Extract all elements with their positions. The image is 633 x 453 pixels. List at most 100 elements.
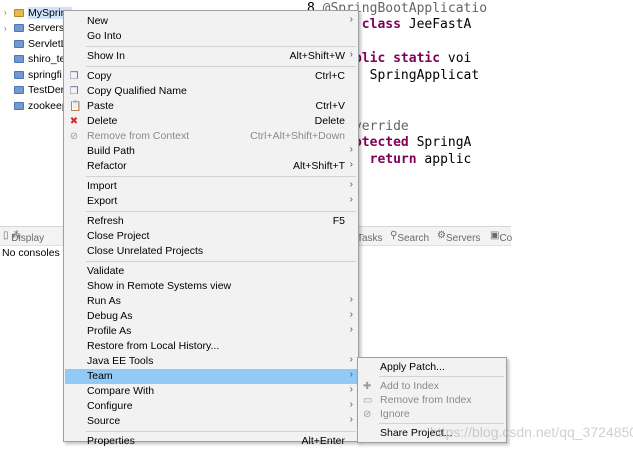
submenu-arrow-icon: › (349, 14, 353, 25)
menu-item-validate[interactable]: Validate (65, 264, 357, 279)
submenu-item-label: Add to Index (380, 380, 439, 392)
folder-icon (14, 86, 24, 94)
menu-item-label: Validate (87, 265, 125, 277)
menu-item-shortcut: Alt+Shift+W (289, 50, 345, 62)
menu-item-label: Paste (87, 100, 114, 112)
submenu-arrow-icon: › (349, 179, 353, 190)
menu-item-refactor[interactable]: Refactor Alt+Shift+T › (65, 159, 357, 174)
menu-item-label: Source (87, 415, 121, 427)
submenu-arrow-icon: › (349, 384, 353, 395)
tab-display[interactable]: ▯ Display ⁂ (3, 230, 44, 244)
menu-item-show-in[interactable]: Show In Alt+Shift+W › (65, 49, 357, 64)
menu-item-label: Build Path (87, 145, 135, 157)
menu-item-java-ee-tools[interactable]: Java EE Tools › (65, 354, 357, 369)
menu-item-close-unrelated-projects[interactable]: Close Unrelated Projects (65, 244, 357, 259)
menu-item-configure[interactable]: Configure › (65, 399, 357, 414)
submenu-item-label: Remove from Index (380, 394, 472, 406)
menu-item-import[interactable]: Import › (65, 179, 357, 194)
menu-item-export[interactable]: Export › (65, 194, 357, 209)
explorer-item[interactable]: shiro_te (4, 52, 65, 67)
submenu-item-label: Ignore (380, 408, 410, 420)
menu-item-close-project[interactable]: Close Project (65, 229, 357, 244)
explorer-item[interactable]: ServletL (4, 36, 67, 51)
menu-item-remove-from-context[interactable]: ⊘ Remove from Context Ctrl+Alt+Shift+Down (65, 129, 357, 144)
menu-item-label: Import (87, 180, 117, 192)
tab-servers[interactable]: ⚙ Servers (437, 230, 480, 244)
tab-console[interactable]: ▣ Co (490, 230, 512, 244)
menu-item-label: Refactor (87, 160, 127, 172)
menu-item-restore-from-local-history[interactable]: Restore from Local History... (65, 339, 357, 354)
submenu-arrow-icon: › (349, 49, 353, 60)
menu-item-build-path[interactable]: Build Path › (65, 144, 357, 159)
console-message: No consoles t (2, 247, 66, 259)
submenu-arrow-icon: › (349, 144, 353, 155)
code-text: JeeFastA (408, 17, 472, 32)
menu-item-source[interactable]: Source › (65, 414, 357, 429)
menu-item-team[interactable]: Team › (65, 369, 357, 384)
menu-item-shortcut: Ctrl+Alt+Shift+Down (250, 130, 345, 142)
menu-item-label: Close Project (87, 230, 150, 242)
submenu-arrow-icon: › (349, 194, 353, 205)
explorer-item-label: Servers (28, 22, 65, 34)
menu-item-debug-as[interactable]: Debug As › (65, 309, 357, 324)
submenu-item-apply-patch[interactable]: Apply Patch... (359, 360, 505, 375)
explorer-item[interactable]: springfi (4, 67, 62, 82)
folder-icon (14, 55, 24, 63)
menu-item-compare-with[interactable]: Compare With › (65, 384, 357, 399)
menu-item-copy[interactable]: ❐ Copy Ctrl+C (65, 69, 357, 84)
menu-item-show-in-remote-systems-view[interactable]: Show in Remote Systems view (65, 279, 357, 294)
twisty-icon[interactable]: › (4, 24, 14, 33)
submenu-item-ignore[interactable]: ⊘ Ignore (359, 407, 505, 422)
explorer-item[interactable]: zookeep (4, 98, 68, 113)
menu-separator (86, 431, 356, 432)
menu-separator (86, 261, 356, 262)
twisty-icon[interactable]: › (4, 8, 14, 17)
menu-item-label: Close Unrelated Projects (87, 245, 204, 257)
menu-separator (379, 376, 504, 377)
copy-icon: ❐ (69, 71, 79, 82)
menu-item-new[interactable]: New › (65, 14, 357, 29)
remove-context-icon: ⊘ (69, 131, 79, 142)
menu-item-go-into[interactable]: Go Into (65, 29, 357, 44)
menu-item-label: Team (87, 370, 113, 382)
submenu-arrow-icon: › (349, 354, 353, 365)
menu-item-shortcut: F5 (332, 215, 345, 227)
explorer-item[interactable]: › Servers (4, 21, 64, 36)
menu-item-label: Copy Qualified Name (87, 85, 187, 97)
menu-item-shortcut: Alt+Enter (301, 435, 345, 447)
folder-icon (14, 24, 24, 32)
menu-item-label: Restore from Local History... (87, 340, 220, 352)
menu-item-label: Delete (87, 115, 118, 127)
explorer-item-label: ServletL (28, 37, 67, 50)
menu-item-label: Profile As (87, 325, 132, 337)
menu-item-copy-qualified-name[interactable]: ❐ Copy Qualified Name (65, 84, 357, 99)
submenu-item-remove-from-index[interactable]: ▭ Remove from Index (359, 393, 505, 408)
project-icon (14, 8, 24, 17)
tab-search[interactable]: ⚲ Search (390, 230, 429, 244)
add-index-icon: ✚ (363, 381, 372, 392)
menu-item-properties[interactable]: Properties Alt+Enter (65, 434, 357, 449)
menu-separator (86, 66, 356, 67)
menu-item-label: Run As (87, 295, 121, 307)
folder-icon (14, 70, 24, 79)
submenu-arrow-icon: › (349, 159, 353, 170)
menu-separator (86, 211, 356, 212)
submenu-item-add-to-index[interactable]: ✚ Add to Index (359, 379, 505, 394)
menu-item-label: Properties (87, 435, 135, 447)
menu-item-shortcut: Delete (314, 115, 345, 127)
menu-item-delete[interactable]: ✖ Delete Delete (65, 114, 357, 129)
menu-item-label: Go Into (87, 30, 122, 42)
menu-item-label: Java EE Tools (87, 355, 154, 367)
menu-item-label: Debug As (87, 310, 133, 322)
menu-item-paste[interactable]: 📋 Paste Ctrl+V (65, 99, 357, 114)
explorer-item[interactable]: TestDer (4, 83, 64, 98)
menu-item-refresh[interactable]: Refresh F5 (65, 214, 357, 229)
menu-item-profile-as[interactable]: Profile As › (65, 324, 357, 339)
watermark: https://blog.csdn.net/qq_37248504 (430, 424, 633, 440)
menu-item-label: Refresh (87, 215, 124, 227)
ignore-icon: ⊘ (363, 409, 372, 420)
menu-separator (86, 176, 356, 177)
menu-item-label: Remove from Context (87, 130, 190, 142)
menu-item-run-as[interactable]: Run As › (65, 294, 357, 309)
folder-icon (14, 39, 24, 48)
